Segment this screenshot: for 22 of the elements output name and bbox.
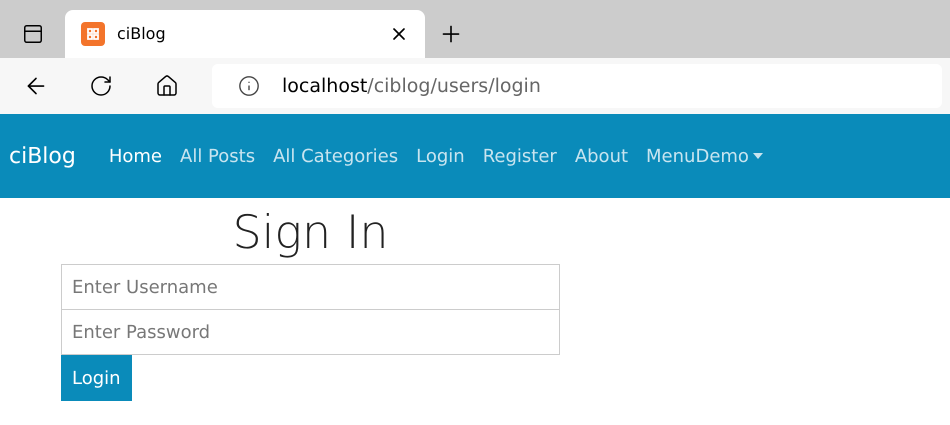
nav-link[interactable]: Home <box>108 142 162 170</box>
address-bar[interactable]: localhost/ciblog/users/login <box>212 64 942 108</box>
browser-tab[interactable]: ciBlog <box>65 10 425 58</box>
brand-link[interactable]: ciBlog <box>9 140 76 172</box>
username-field[interactable]: Enter Username <box>61 264 560 310</box>
dropdown-toggle[interactable]: MenuDemo <box>646 142 763 170</box>
nav-link[interactable]: Register <box>482 142 557 170</box>
nav-link[interactable]: All Categories <box>273 142 398 170</box>
home-icon[interactable] <box>155 74 179 98</box>
nav-link[interactable]: Login <box>416 142 465 170</box>
site-icon <box>81 22 105 46</box>
password-field[interactable]: Enter Password <box>61 310 560 355</box>
caret-icon <box>752 153 763 159</box>
nav-link[interactable]: About <box>574 142 628 170</box>
reload-icon[interactable] <box>89 74 113 98</box>
nav-link[interactable]: All Posts <box>180 142 256 170</box>
url-text: localhost/ciblog/users/login <box>282 74 541 99</box>
tab-title: ciBlog <box>117 23 167 45</box>
info-icon[interactable] <box>238 75 260 97</box>
page-heading: Sign In <box>231 204 390 261</box>
login-button[interactable]: Login <box>61 355 132 401</box>
tab-panel-icon[interactable] <box>22 23 44 45</box>
